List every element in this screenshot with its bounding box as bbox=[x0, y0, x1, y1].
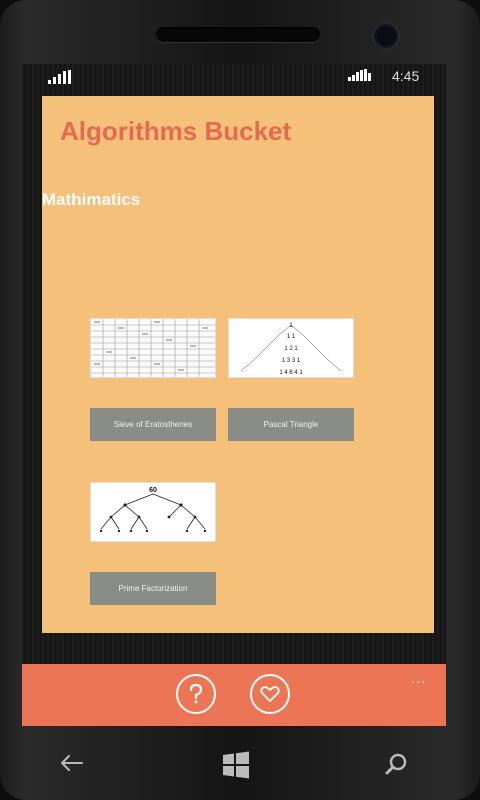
pascal-row-2: 1 1 bbox=[287, 334, 296, 340]
section-heading: Mathimatics bbox=[42, 190, 141, 209]
factor-tree-root: 60 bbox=[149, 487, 157, 494]
status-time: 4:45 bbox=[392, 68, 420, 84]
favorite-button[interactable] bbox=[250, 674, 290, 714]
app-page: Algorithms Bucket Mathimatics 1 1 1 1 2 … bbox=[42, 96, 434, 633]
search-icon[interactable] bbox=[384, 752, 408, 781]
signal-strength-icon bbox=[48, 70, 71, 84]
back-arrow-icon[interactable] bbox=[60, 754, 84, 777]
pascal-row-4: 1 3 3 1 bbox=[282, 358, 301, 364]
factor-tree-thumbnail-image[interactable]: 60 bbox=[90, 482, 216, 542]
page-title: Algorithms Bucket bbox=[60, 116, 292, 146]
pascal-button[interactable]: Pascal Triangle bbox=[228, 408, 354, 441]
app-bar: ... bbox=[22, 664, 446, 726]
question-circle-icon bbox=[189, 683, 203, 704]
heart-icon bbox=[260, 686, 280, 702]
sieve-thumbnail-image[interactable] bbox=[90, 318, 216, 378]
more-options-button[interactable]: ... bbox=[411, 670, 426, 686]
pascal-thumbnail-image[interactable]: 1 1 1 1 2 1 1 3 3 1 1 4 6 4 1 bbox=[228, 318, 354, 378]
earpiece-speaker bbox=[156, 27, 320, 42]
help-button[interactable] bbox=[176, 674, 216, 714]
front-camera bbox=[374, 24, 398, 48]
phone-frame: 4:45 Algorithms Bucket Mathimatics 1 1 1… bbox=[0, 0, 480, 800]
prime-factorization-button[interactable]: Prime Factorization bbox=[90, 572, 216, 605]
sieve-button[interactable]: Sieve of Eratosthenes bbox=[90, 408, 216, 441]
hardware-nav-bar bbox=[22, 726, 446, 800]
pascal-row-3: 1 2 1 bbox=[284, 346, 298, 352]
status-bar: 4:45 bbox=[22, 64, 446, 90]
pascal-row-5: 1 4 6 4 1 bbox=[279, 370, 303, 376]
windows-logo-icon[interactable] bbox=[221, 750, 251, 785]
wifi-icon bbox=[348, 69, 372, 84]
